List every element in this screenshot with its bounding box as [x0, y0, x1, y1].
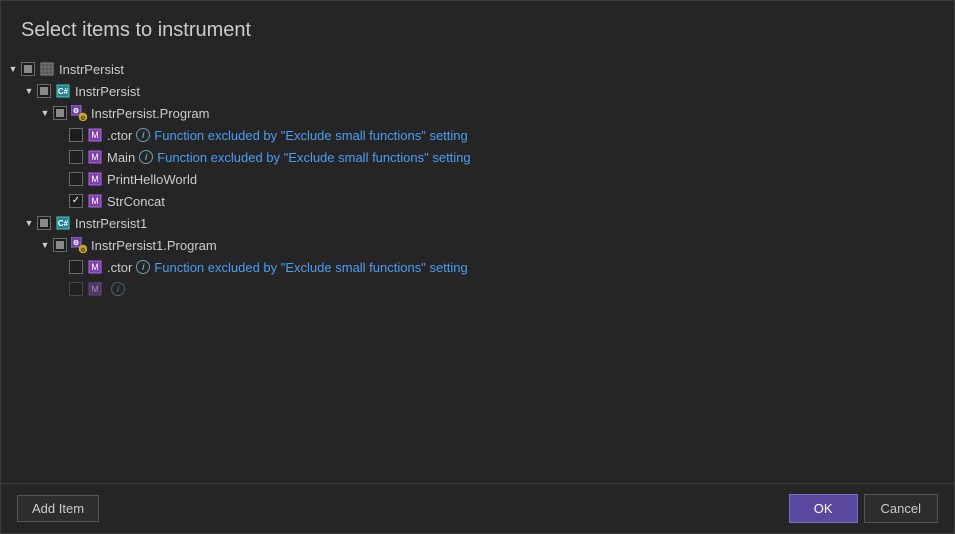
- tree-row[interactable]: ⚙ ⚙ InstrPersist1.Program: [1, 234, 954, 256]
- excluded-link[interactable]: Function excluded by "Exclude small func…: [157, 150, 470, 165]
- excluded-link[interactable]: Function excluded by "Exclude small func…: [154, 260, 467, 275]
- svg-text:M: M: [91, 196, 99, 206]
- dialog-title: Select items to instrument: [1, 1, 954, 54]
- svg-text:M: M: [91, 284, 99, 294]
- info-icon[interactable]: i: [136, 128, 150, 142]
- excluded-link[interactable]: Function excluded by "Exclude small func…: [154, 128, 467, 143]
- checkbox[interactable]: [69, 282, 83, 296]
- expand-icon[interactable]: [21, 83, 37, 99]
- tree-row[interactable]: M i: [1, 278, 954, 300]
- assembly-icon: [39, 61, 55, 77]
- checkbox[interactable]: [37, 84, 51, 98]
- svg-text:M: M: [91, 152, 99, 162]
- checkbox[interactable]: [69, 194, 83, 208]
- add-item-button[interactable]: Add Item: [17, 495, 99, 522]
- dialog-body: InstrPersist C# InstrPersist: [1, 54, 954, 483]
- dialog-footer: Add Item OK Cancel: [1, 483, 954, 533]
- expand-icon[interactable]: [37, 105, 53, 121]
- ns-gear-icon: ⚙ ⚙: [71, 237, 87, 253]
- info-icon[interactable]: i: [136, 260, 150, 274]
- checkbox[interactable]: [69, 260, 83, 274]
- expand-icon[interactable]: [5, 61, 21, 77]
- checkbox[interactable]: [69, 128, 83, 142]
- tree-row[interactable]: ⚙ ⚙ InstrPersist.Program: [1, 102, 954, 124]
- node-label: InstrPersist.Program: [91, 106, 209, 121]
- svg-text:⚙: ⚙: [80, 247, 85, 253]
- expand-icon[interactable]: [37, 237, 53, 253]
- expand-icon[interactable]: [21, 215, 37, 231]
- node-label: InstrPersist1.Program: [91, 238, 217, 253]
- tree-row[interactable]: M .ctor i Function excluded by "Exclude …: [1, 124, 954, 146]
- svg-text:⚙: ⚙: [73, 239, 79, 247]
- checkbox[interactable]: [69, 150, 83, 164]
- svg-text:C#: C#: [58, 87, 69, 96]
- info-icon[interactable]: i: [111, 282, 125, 296]
- method-icon: M: [87, 193, 103, 209]
- method-icon: M: [87, 281, 103, 297]
- checkbox[interactable]: [53, 106, 67, 120]
- svg-text:M: M: [91, 130, 99, 140]
- checkbox[interactable]: [21, 62, 35, 76]
- svg-text:M: M: [91, 262, 99, 272]
- svg-text:M: M: [91, 174, 99, 184]
- cs-assembly-icon: C#: [55, 215, 71, 231]
- method-icon: M: [87, 259, 103, 275]
- node-label: InstrPersist1: [75, 216, 147, 231]
- cs-assembly-icon: C#: [55, 83, 71, 99]
- node-label: .ctor: [107, 260, 132, 275]
- tree-row[interactable]: M StrConcat: [1, 190, 954, 212]
- ns-gear-icon: ⚙ ⚙: [71, 105, 87, 121]
- method-icon: M: [87, 149, 103, 165]
- tree-row[interactable]: C# InstrPersist: [1, 80, 954, 102]
- info-icon[interactable]: i: [139, 150, 153, 164]
- svg-text:C#: C#: [58, 219, 69, 228]
- node-label: Main: [107, 150, 135, 165]
- footer-buttons: OK Cancel: [789, 494, 938, 523]
- tree-row[interactable]: C# InstrPersist1: [1, 212, 954, 234]
- checkbox[interactable]: [53, 238, 67, 252]
- tree-row[interactable]: M PrintHelloWorld: [1, 168, 954, 190]
- select-items-dialog: Select items to instrument: [0, 0, 955, 534]
- tree-row[interactable]: M .ctor i Function excluded by "Exclude …: [1, 256, 954, 278]
- node-label: StrConcat: [107, 194, 165, 209]
- cancel-button[interactable]: Cancel: [864, 494, 938, 523]
- ok-button[interactable]: OK: [789, 494, 858, 523]
- checkbox[interactable]: [69, 172, 83, 186]
- method-icon: M: [87, 127, 103, 143]
- node-label: .ctor: [107, 128, 132, 143]
- node-label: InstrPersist: [75, 84, 140, 99]
- node-label: PrintHelloWorld: [107, 172, 197, 187]
- tree-row[interactable]: InstrPersist: [1, 58, 954, 80]
- method-icon: M: [87, 171, 103, 187]
- svg-text:⚙: ⚙: [80, 115, 85, 121]
- svg-text:⚙: ⚙: [73, 107, 79, 115]
- tree-row[interactable]: M Main i Function excluded by "Exclude s…: [1, 146, 954, 168]
- checkbox[interactable]: [37, 216, 51, 230]
- node-label: InstrPersist: [59, 62, 124, 77]
- tree-container[interactable]: InstrPersist C# InstrPersist: [1, 54, 954, 483]
